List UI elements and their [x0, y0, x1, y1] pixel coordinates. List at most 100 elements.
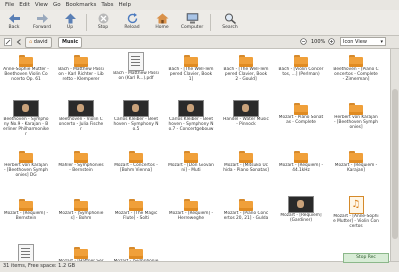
file-item-label: Bach - Matthew Passion - Karl Richter - … — [58, 67, 104, 82]
zoom-out-icon[interactable] — [300, 38, 308, 46]
file-item-label: Mozart - [Requiem] - Bernstein — [3, 211, 49, 221]
file-item[interactable]: Bach - [Violin Concertos, ...] (Perlman) — [278, 52, 324, 87]
folder-icon — [74, 199, 88, 211]
scrollbar-thumb[interactable] — [392, 89, 398, 239]
file-item-label: Herbert von Karajan - [Beethoven Symphon… — [333, 115, 379, 130]
folder-icon — [129, 199, 143, 211]
back-button[interactable]: Back — [2, 12, 26, 33]
file-item-label: Mozart - [The Magic Flute] - Solti — [114, 211, 158, 221]
file-item-label: Mozart - [Don Giovanni] - Muti — [168, 163, 214, 173]
file-item[interactable]: Handel - Water Music - Pinnock — [223, 100, 269, 137]
file-item[interactable]: Anne-Sophie Mutter - Beethoven Violin Co… — [3, 52, 49, 87]
menu-tabs[interactable]: Tabs — [101, 2, 113, 8]
document-icon — [18, 244, 34, 261]
file-icon-grid: Anne-Sophie Mutter - Beethoven Violin Co… — [0, 49, 390, 261]
menu-edit[interactable]: Edit — [19, 2, 30, 8]
breadcrumb-current[interactable]: Music — [58, 37, 83, 48]
menu-file[interactable]: File — [5, 2, 14, 8]
edit-location-icon[interactable] — [4, 38, 12, 46]
stop-icon — [98, 13, 108, 24]
file-item[interactable]: Mozart - [Requiem - Karajan] — [333, 148, 379, 183]
file-item[interactable]: Mozart - [Requiem] (Gardiner) — [278, 196, 324, 233]
file-item[interactable]: Herbert von Karajan - [Beethoven Symphon… — [3, 148, 49, 183]
vertical-scrollbar[interactable] — [390, 49, 399, 261]
view-mode-select[interactable]: Icon View ▾ — [340, 37, 386, 46]
search-icon — [224, 13, 236, 24]
file-item[interactable]: Mozart - [Symphonies] - Harnoncourt — [113, 244, 159, 261]
reload-button[interactable]: Reload — [120, 12, 144, 33]
folder-icon — [349, 55, 363, 67]
file-item[interactable]: Mozart - [Haffner Serenade] - Harnoncour… — [58, 244, 104, 261]
status-bar: 31 items, Free space: 1.2 GB — [0, 261, 399, 272]
file-item[interactable]: Bach - [The Well-Tempered Clavier, Book … — [223, 52, 269, 87]
home-icon: ⌂ — [29, 39, 33, 45]
file-item-label: Bach - Matthew Passion (Karl R...).pdf — [113, 71, 159, 81]
folder-icon — [129, 151, 143, 163]
home-button[interactable]: Home — [150, 12, 174, 33]
document-icon — [128, 52, 144, 71]
folder-icon — [184, 55, 198, 67]
file-item-label: Herbert von Karajan - [Beethoven Symphon… — [3, 163, 49, 178]
up-button[interactable]: Up — [58, 12, 82, 33]
file-item-label: Mozart - Concertos - [Bohm Vienna] — [114, 163, 158, 173]
file-item[interactable]: Carlos Kleiber - Beethoven - Symphony No… — [113, 100, 159, 137]
menu-view[interactable]: View — [35, 2, 48, 8]
file-item-label: Mozart - [Symphonies] - Bohm — [58, 211, 104, 221]
file-item[interactable]: Bach - [The Well-Tempered Clavier, Book … — [168, 52, 214, 87]
folder-icon — [184, 199, 198, 211]
folder-icon — [294, 103, 308, 115]
file-item[interactable]: Mozart - [Anne-Sophie Mutter] - notes — [3, 244, 49, 261]
file-item[interactable]: Mozart - [Symphonies] - Bohm — [58, 196, 104, 231]
file-item[interactable]: Mozart - Concertos - [Bohm Vienna] — [113, 148, 159, 183]
computer-button[interactable]: Computer — [180, 12, 204, 33]
file-manager-window: File Edit View Go Bookmarks Tabs Help Ba… — [0, 0, 399, 272]
arrow-right-icon — [36, 14, 48, 23]
video-thumbnail — [178, 100, 204, 117]
folder-icon — [349, 103, 363, 115]
menu-bookmarks[interactable]: Bookmarks — [66, 2, 97, 8]
file-item[interactable]: Herbert von Karajan - [Beethoven Symphon… — [333, 100, 379, 135]
file-item[interactable]: Mozart - [Requiem] - 44.1kHz — [278, 148, 324, 183]
file-item[interactable]: Mozart - [Requiem] - Herreweghe — [168, 196, 214, 231]
file-item[interactable]: Mozart - [Requiem] - Bernstein — [3, 196, 49, 231]
arrow-up-icon — [64, 13, 76, 24]
home-icon — [156, 13, 168, 24]
file-item-label: Carlos Kleiber - Beethoven - Symphony No… — [113, 117, 159, 132]
chevron-left-icon[interactable] — [16, 39, 22, 45]
menu-help[interactable]: Help — [119, 2, 132, 8]
file-item[interactable]: Beethoven - Violin Concerto - Julia Fisc… — [58, 100, 104, 137]
file-item[interactable]: Mahler - Symphonies - Bernstein — [58, 148, 104, 183]
folder-icon — [19, 199, 33, 211]
search-button[interactable]: Search — [218, 12, 242, 33]
menu-go[interactable]: Go — [53, 2, 61, 8]
file-item[interactable]: Mozart - [The Magic Flute] - Solti — [113, 196, 159, 231]
file-item[interactable]: Bach - Matthew Passion (Karl R...).pdf — [113, 52, 159, 91]
video-thumbnail — [13, 100, 39, 117]
recording-overlay[interactable]: Stop Rec — [343, 253, 389, 263]
zoom-in-icon[interactable] — [328, 38, 336, 46]
file-item-label: Bach - [Violin Concertos, ...] (Perlman) — [278, 67, 324, 77]
stop-button[interactable]: Stop — [91, 12, 115, 33]
file-item-label: Bach - [The Well-Tempered Clavier, Book … — [223, 67, 269, 82]
file-item[interactable]: Mozart - [Anne-Sophie Mutter] - Violin C… — [333, 196, 379, 234]
file-item[interactable]: Mozart - [Don Giovanni] - Muti — [168, 148, 214, 183]
file-item-label: Mozart - [Requiem] (Gardiner) — [280, 213, 322, 223]
folder-icon — [74, 247, 88, 259]
file-item-label: Mozart - [Requiem] - 44.1kHz — [278, 163, 324, 173]
file-item[interactable]: Beethoven - Symphony No.9 - Karajan - Be… — [3, 100, 49, 137]
breadcrumb-home[interactable]: ⌂ david — [25, 37, 52, 48]
file-item-label: Mozart - [Requiem] - Herreweghe — [168, 211, 214, 221]
folder-icon — [74, 151, 88, 163]
forward-button[interactable]: Forward — [30, 12, 54, 33]
computer-icon — [186, 13, 198, 24]
file-item[interactable]: Carlos Kleiber - Beethoven - Symphony No… — [168, 100, 214, 137]
file-item[interactable]: Mozart - Piano Sonatas - Complete — [278, 100, 324, 135]
folder-icon — [74, 55, 88, 67]
folder-icon — [239, 199, 253, 211]
file-item[interactable]: Beethoven - [Piano Concertos - Complete … — [333, 52, 379, 87]
location-bar: ⌂ david Music 100% Icon View ▾ — [0, 36, 399, 49]
file-item[interactable]: Mozart - [Mitsuko Uchida - Piano Sonatas… — [223, 148, 269, 183]
file-item[interactable]: Bach - Matthew Passion - Karl Richter - … — [58, 52, 104, 87]
video-thumbnail — [233, 100, 259, 117]
file-item[interactable]: Mozart - [Piano Concertos 20, 21] - Guld… — [223, 196, 269, 231]
